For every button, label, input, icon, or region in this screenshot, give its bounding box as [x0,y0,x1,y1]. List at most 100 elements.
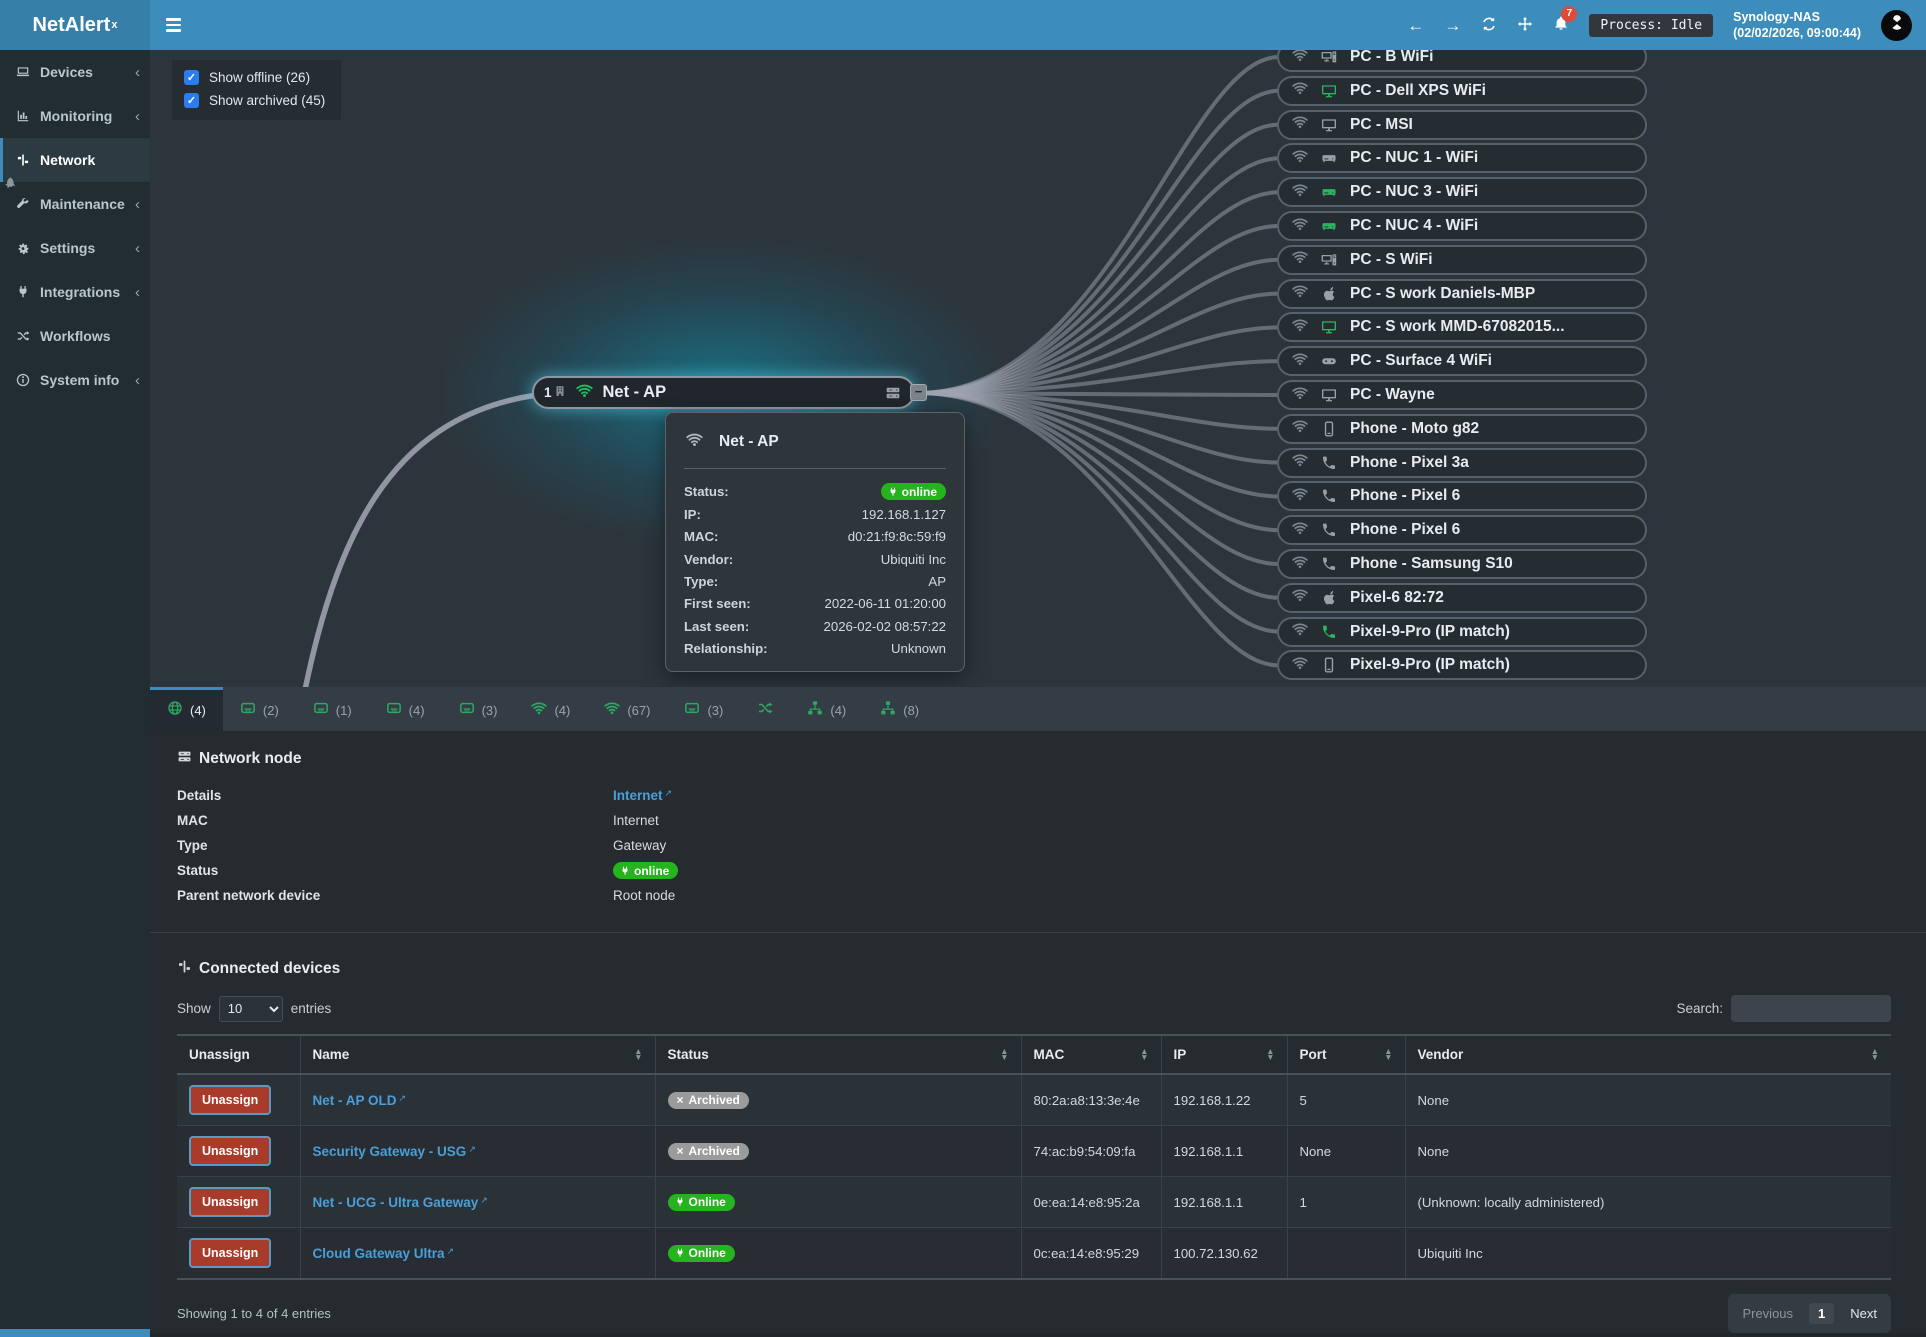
graph-device-node[interactable]: Phone - Pixel 6 [1277,515,1647,545]
nav-back-button[interactable]: ← [1407,17,1424,34]
device-name-link[interactable]: Security Gateway - USG [313,1144,467,1159]
tab-sitemap-10[interactable]: (8) [863,687,936,731]
sidebar-item-integrations[interactable]: Integrations‹ [0,270,150,314]
device-name-link[interactable]: Cloud Gateway Ultra [313,1246,445,1261]
internet-link[interactable]: Internet [613,788,663,803]
sidebar-item-network[interactable]: Network [0,138,150,182]
pagination-previous[interactable]: Previous [1742,1306,1793,1321]
column-header-vendor[interactable]: Vendor▲▼ [1405,1035,1891,1074]
sort-icon[interactable]: ▲▼ [1384,1049,1392,1060]
graph-device-node[interactable]: Pixel-9-Pro (IP match) [1277,617,1647,647]
device-node-label: PC - Surface 4 WiFi [1350,352,1492,370]
graph-device-node[interactable]: Phone - Pixel 6 [1277,481,1647,511]
column-header-ip[interactable]: IP▲▼ [1161,1035,1287,1074]
sidebar-item-workflows[interactable]: Workflows [0,314,150,358]
search-input[interactable] [1731,995,1891,1022]
rocket-icon[interactable] [1,176,18,198]
refresh-button[interactable] [1481,16,1497,35]
device-node-label: Pixel-9-Pro (IP match) [1350,656,1510,674]
graph-device-node[interactable]: Pixel-9-Pro (IP match) [1277,650,1647,680]
tab-sitemap-9[interactable]: (4) [790,687,863,731]
unassign-button[interactable]: Unassign [189,1187,271,1217]
column-header-name[interactable]: Name▲▼ [300,1035,655,1074]
graph-device-node[interactable]: PC - S work Daniels-MBP [1277,279,1647,309]
unassign-button[interactable]: Unassign [189,1136,271,1166]
network-node-section-title: Network node [177,749,1891,769]
nav-forward-button[interactable]: → [1444,17,1461,34]
hub-icon [177,959,192,979]
sort-icon[interactable]: ▲▼ [634,1049,642,1060]
pagination-next[interactable]: Next [1850,1306,1877,1321]
wifi-icon [1292,486,1308,507]
tab-box-1[interactable]: (2) [223,687,296,731]
column-header-port[interactable]: Port▲▼ [1287,1035,1405,1074]
info-icon [16,373,31,387]
table-row: UnassignCloud Gateway Ultra↗Online0c:ea:… [177,1228,1891,1280]
pagination-page-1[interactable]: 1 [1809,1303,1834,1324]
sort-icon[interactable]: ▲▼ [1000,1049,1008,1060]
sidebar-item-settings[interactable]: Settings‹ [0,226,150,270]
device-name-link[interactable]: Net - AP OLD [313,1093,397,1108]
minipc-icon [1321,184,1337,200]
tab-box-2[interactable]: (1) [296,687,369,731]
sidebar-item-maintenance[interactable]: Maintenance ‹ [0,182,150,226]
graph-device-node[interactable]: PC - NUC 4 - WiFi [1277,211,1647,241]
sidebar-item-system-info[interactable]: System info‹ [0,358,150,402]
device-name-link[interactable]: Net - UCG - Ultra Gateway [313,1195,479,1210]
tab-wifi-6[interactable]: (67) [587,687,667,731]
archived-badge: ×Archived [668,1143,749,1160]
sidebar-toggle-button[interactable] [150,0,196,50]
sort-icon[interactable]: ▲▼ [1871,1049,1879,1060]
sidebar-item-monitoring[interactable]: Monitoring‹ [0,94,150,138]
column-header-mac[interactable]: MAC▲▼ [1021,1035,1161,1074]
chevron-left-icon: ‹ [135,196,140,213]
checkbox-checked-icon[interactable]: ✓ [184,93,199,108]
minipc-icon [1321,150,1337,166]
graph-device-node[interactable]: PC - B WiFi [1277,50,1647,72]
minipc-icon [1321,218,1337,234]
unassign-button[interactable]: Unassign [189,1085,271,1115]
selected-network-node[interactable]: 1 Net - AP [532,376,915,409]
tab-box-4[interactable]: (3) [442,687,515,731]
filter-show-archived[interactable]: ✓ Show archived (45) [184,93,325,108]
app-logo[interactable]: NetAlertx [0,0,150,50]
sidebar-item-label: Network [40,152,95,168]
graph-device-node[interactable]: Phone - Samsung S10 [1277,549,1647,579]
tab-wifi-5[interactable]: (4) [514,687,587,731]
tab-box-7[interactable]: (3) [667,687,740,731]
graph-device-node[interactable]: PC - Surface 4 WiFi [1277,346,1647,376]
graph-device-node[interactable]: PC - Wayne [1277,380,1647,410]
graph-device-node[interactable]: PC - NUC 3 - WiFi [1277,177,1647,207]
device-node-label: Phone - Samsung S10 [1350,555,1513,573]
graph-device-node[interactable]: PC - S work MMD-67082015... [1277,312,1647,342]
graph-device-node[interactable]: Phone - Pixel 3a [1277,448,1647,478]
fullscreen-move-button[interactable] [1517,16,1533,35]
graph-device-node[interactable]: PC - Dell XPS WiFi [1277,76,1647,106]
collapse-node-button[interactable]: − [910,384,927,401]
filter-show-offline[interactable]: ✓ Show offline (26) [184,70,325,85]
graph-device-node[interactable]: PC - NUC 1 - WiFi [1277,143,1647,173]
wifi-icon [1292,182,1308,203]
wifi-icon [1292,249,1308,270]
notifications-button[interactable]: 7 [1553,15,1569,36]
tab-globe-0[interactable]: (4) [150,687,223,731]
network-topology-canvas[interactable]: ✓ Show offline (26) ✓ Show archived (45)… [150,50,1926,687]
unassign-button[interactable]: Unassign [189,1238,271,1268]
sidebar-item-devices[interactable]: Devices‹ [0,50,150,94]
graph-device-node[interactable]: Pixel-6 82:72 [1277,583,1647,613]
page-size-select[interactable]: 10 [219,996,283,1022]
chevron-left-icon: ‹ [135,108,140,125]
wifi-icon [576,382,593,404]
sort-icon[interactable]: ▲▼ [1266,1049,1274,1060]
sidebar-item-label: Maintenance [40,196,125,212]
sitemap-icon [807,700,823,721]
tab-box-3[interactable]: (4) [369,687,442,731]
sort-icon[interactable]: ▲▼ [1140,1049,1148,1060]
column-header-status[interactable]: Status▲▼ [655,1035,1021,1074]
tab-shuffle-8[interactable] [740,687,790,731]
user-avatar[interactable] [1881,10,1912,41]
graph-device-node[interactable]: PC - MSI [1277,110,1647,140]
graph-device-node[interactable]: Phone - Moto g82 [1277,414,1647,444]
graph-device-node[interactable]: PC - S WiFi [1277,245,1647,275]
checkbox-checked-icon[interactable]: ✓ [184,70,199,85]
